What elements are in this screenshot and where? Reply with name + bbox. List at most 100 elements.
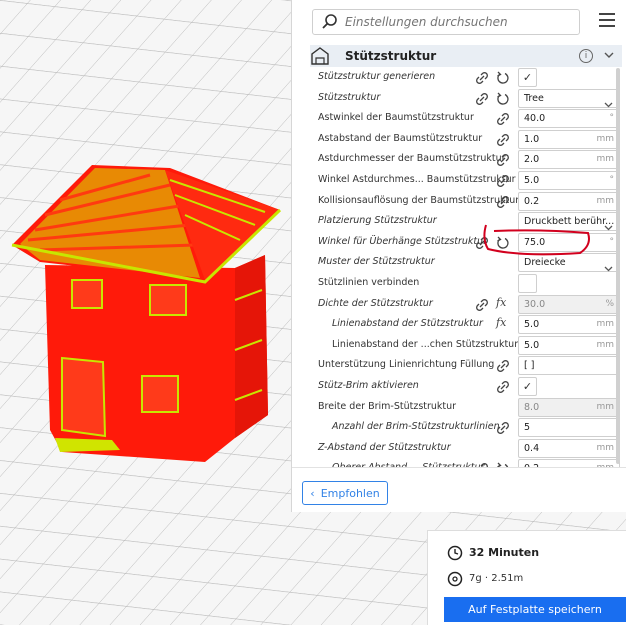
setting-label: Linienabstand der ...chen Stützstruktur (332, 338, 519, 350)
setting-label: Linienabstand der Stützstruktur (332, 318, 483, 330)
setting-input[interactable]: 5.0 ° (518, 171, 620, 190)
setting-input[interactable]: 5 (518, 418, 620, 438)
menu-icon[interactable] (599, 13, 615, 27)
link-icon[interactable] (496, 194, 510, 208)
print-time: 32 Minuten (469, 546, 540, 559)
setting-label: Kollisionsauflösung der Baumstützstruktu… (318, 194, 520, 206)
link-icon[interactable] (496, 152, 510, 167)
setting-unit: ° (609, 113, 615, 124)
setting-value: 5.0 (524, 175, 540, 186)
link-icon[interactable] (496, 173, 510, 187)
setting-unit: mm (596, 442, 614, 453)
setting-label: Dichte der Stützstruktur (318, 297, 433, 309)
setting-value: 30.0 (524, 298, 546, 310)
setting-row: Linienabstand der ...chen Stützstruktur 5… (310, 335, 622, 356)
category-title: Stützstruktur (345, 49, 437, 63)
link-icon[interactable] (496, 420, 510, 435)
function-icon[interactable]: fx (496, 296, 506, 309)
recommended-button[interactable]: ‹ Empfohlen (302, 481, 388, 505)
chevron-down-icon (604, 258, 613, 272)
setting-row: Astdurchmesser der Baumstützstruktur 2.0 m… (310, 150, 622, 170)
setting-unit: mm (596, 401, 614, 412)
link-icon[interactable] (475, 70, 489, 84)
setting-label: Stützstruktur (318, 91, 381, 103)
category-header-support[interactable]: Stützstruktur i (310, 45, 622, 67)
setting-value: 5.0 (524, 339, 540, 351)
setting-value: 5.0 (524, 319, 540, 331)
setting-input[interactable]: 30.0% (518, 294, 620, 314)
setting-unit: mm (596, 133, 614, 144)
reset-icon[interactable] (496, 70, 510, 84)
setting-value: Dreiecke (524, 257, 566, 269)
link-icon[interactable] (496, 379, 510, 393)
setting-label: Astdurchmesser der Baumstützstruktur (318, 153, 506, 165)
setting-row: Kollisionsauflösung der Baumstützstruktu… (310, 191, 622, 212)
setting-unit: mm (596, 319, 614, 330)
setting-label: Astabstand der Baumstützstruktur (318, 132, 483, 144)
setting-input[interactable]: 1.0 mm (518, 129, 620, 149)
link-icon[interactable] (496, 132, 510, 146)
setting-checkbox[interactable]: ✓ (518, 68, 537, 87)
setting-row: Breite der Brim-Stützstruktur 8.0 mm (310, 397, 622, 418)
setting-value: 0.2 (524, 195, 540, 207)
setting-input[interactable]: 0.2 mm (518, 191, 620, 211)
setting-label: Muster der Stützstruktur (318, 256, 435, 268)
clock-icon (447, 545, 463, 561)
setting-unit: mm (596, 195, 614, 206)
setting-row: Z-Abstand der Stützstruktur 0.4 mm (310, 438, 622, 459)
link-icon[interactable] (496, 111, 510, 126)
house-model[interactable] (0, 0, 300, 470)
setting-value: 2.0 (524, 154, 540, 166)
setting-input[interactable]: 2.0 mm (518, 150, 620, 170)
settings-scrollbar[interactable] (616, 68, 620, 464)
setting-input[interactable]: 0.4 mm (518, 438, 620, 458)
link-icon[interactable] (475, 297, 489, 311)
link-icon[interactable] (496, 358, 510, 373)
setting-select[interactable]: Tree (518, 88, 620, 108)
support-category-icon (311, 47, 329, 65)
setting-value: 8.0 (524, 401, 540, 413)
reset-icon[interactable] (496, 91, 510, 105)
chevron-down-icon (604, 94, 613, 108)
setting-row: Unterstützung Linienrichtung Füllung [ ] (310, 356, 622, 376)
setting-label: Unterstützung Linienrichtung Füllung (318, 359, 495, 371)
setting-row: Winkel Astdurchmes... Baumstützstruktur 5… (310, 171, 622, 191)
material-usage: 7g · 2.51m (469, 573, 524, 584)
settings-list: Stützstruktur generieren ✓ Stützstruktur Tr… (310, 68, 622, 468)
setting-label: Platzierung Stützstruktur (318, 215, 437, 227)
setting-row: Stützstruktur generieren ✓ (310, 68, 622, 88)
info-icon[interactable]: i (579, 49, 593, 63)
setting-label: Anzahl der Brim-Stützstrukturlinien (332, 421, 500, 433)
setting-unit: mm (596, 339, 614, 350)
setting-row: Anzahl der Brim-Stützstrukturlinien 5 (310, 418, 622, 438)
save-to-disk-button[interactable]: Auf Festplatte speichern (444, 597, 626, 622)
setting-input[interactable]: 5.0 mm (518, 335, 620, 355)
setting-unit: % (605, 298, 614, 309)
spool-icon (447, 571, 463, 587)
setting-value: 1.0 (524, 133, 540, 145)
setting-value: 40.0 (524, 113, 546, 125)
chevron-down-icon[interactable] (603, 49, 615, 61)
search-input[interactable] (345, 12, 575, 32)
setting-row: Astwinkel der Baumstützstruktur 40.0 ° (310, 109, 622, 129)
chevron-down-icon (604, 217, 613, 231)
setting-checkbox[interactable] (518, 274, 537, 293)
settings-search[interactable] (312, 9, 580, 35)
setting-value: [ ] (524, 360, 535, 372)
setting-label: Breite der Brim-Stützstruktur (318, 400, 457, 412)
setting-checkbox[interactable]: ✓ (518, 377, 537, 396)
search-icon (322, 14, 337, 29)
setting-input[interactable]: 40.0 ° (518, 109, 620, 129)
link-icon[interactable] (475, 91, 489, 105)
setting-row: Dichte der Stützstruktur fx 30.0% (310, 294, 622, 315)
setting-input[interactable]: 8.0 mm (518, 397, 620, 417)
setting-label: Stützstruktur generieren (318, 71, 436, 82)
setting-label: Z-Abstand der Stützstruktur (318, 441, 451, 453)
function-icon[interactable]: fx (496, 316, 506, 329)
setting-value: Tree (524, 92, 544, 104)
setting-value: 0.4 (524, 442, 540, 454)
setting-label: Stütz-Brim aktivieren (318, 380, 419, 391)
setting-input[interactable]: 5.0 mm (518, 315, 620, 335)
setting-input[interactable]: [ ] (518, 356, 620, 376)
setting-label: Winkel Astdurchmes... Baumstützstruktur (318, 174, 516, 185)
